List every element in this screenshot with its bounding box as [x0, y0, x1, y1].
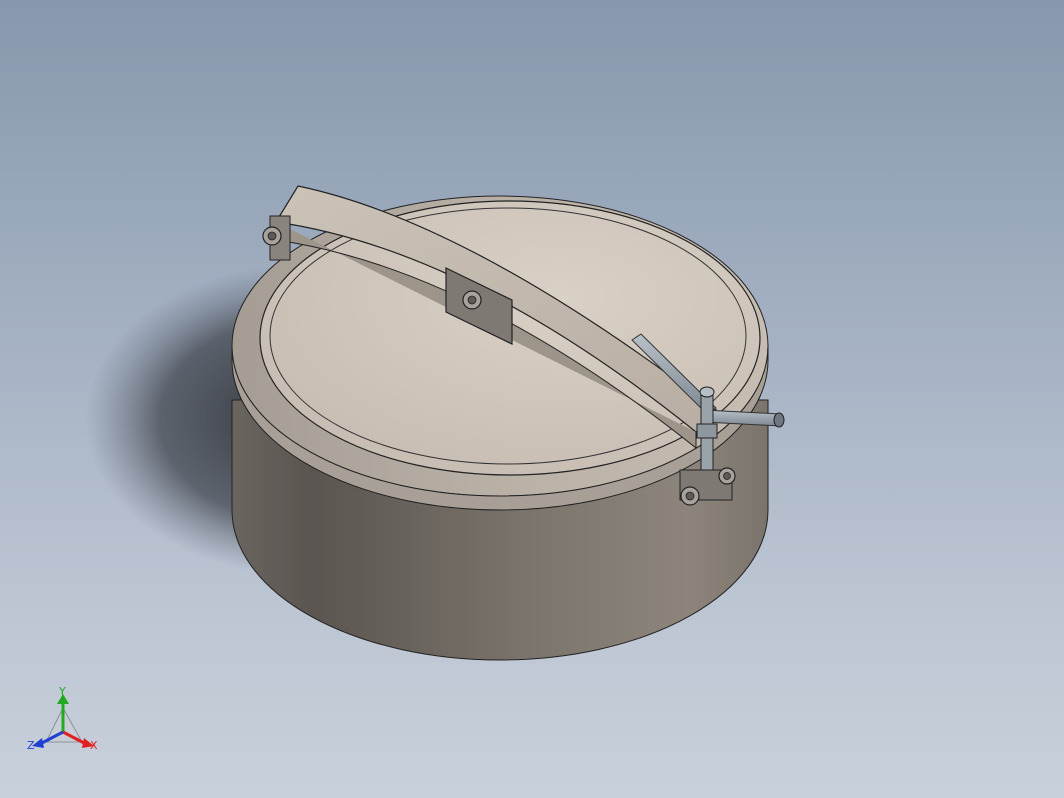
y-axis-label: Y	[58, 686, 66, 698]
spindle-top-knob	[699, 386, 715, 398]
right-hinge-bolt-right	[723, 472, 731, 480]
center-clamp-bolt	[467, 295, 477, 305]
orientation-triad: Y X Z	[27, 686, 98, 752]
manhole-cover-3d-model[interactable]	[0, 0, 1064, 798]
spindle-collar	[696, 423, 718, 439]
right-hinge-bolt-left	[685, 491, 695, 501]
z-axis-label: Z	[27, 739, 35, 752]
cad-graphics-viewport[interactable]: Y X Z	[0, 0, 1064, 798]
left-hinge-bolt	[267, 231, 277, 241]
t-handle-end-cap	[773, 412, 785, 428]
x-axis-label: X	[90, 739, 98, 752]
